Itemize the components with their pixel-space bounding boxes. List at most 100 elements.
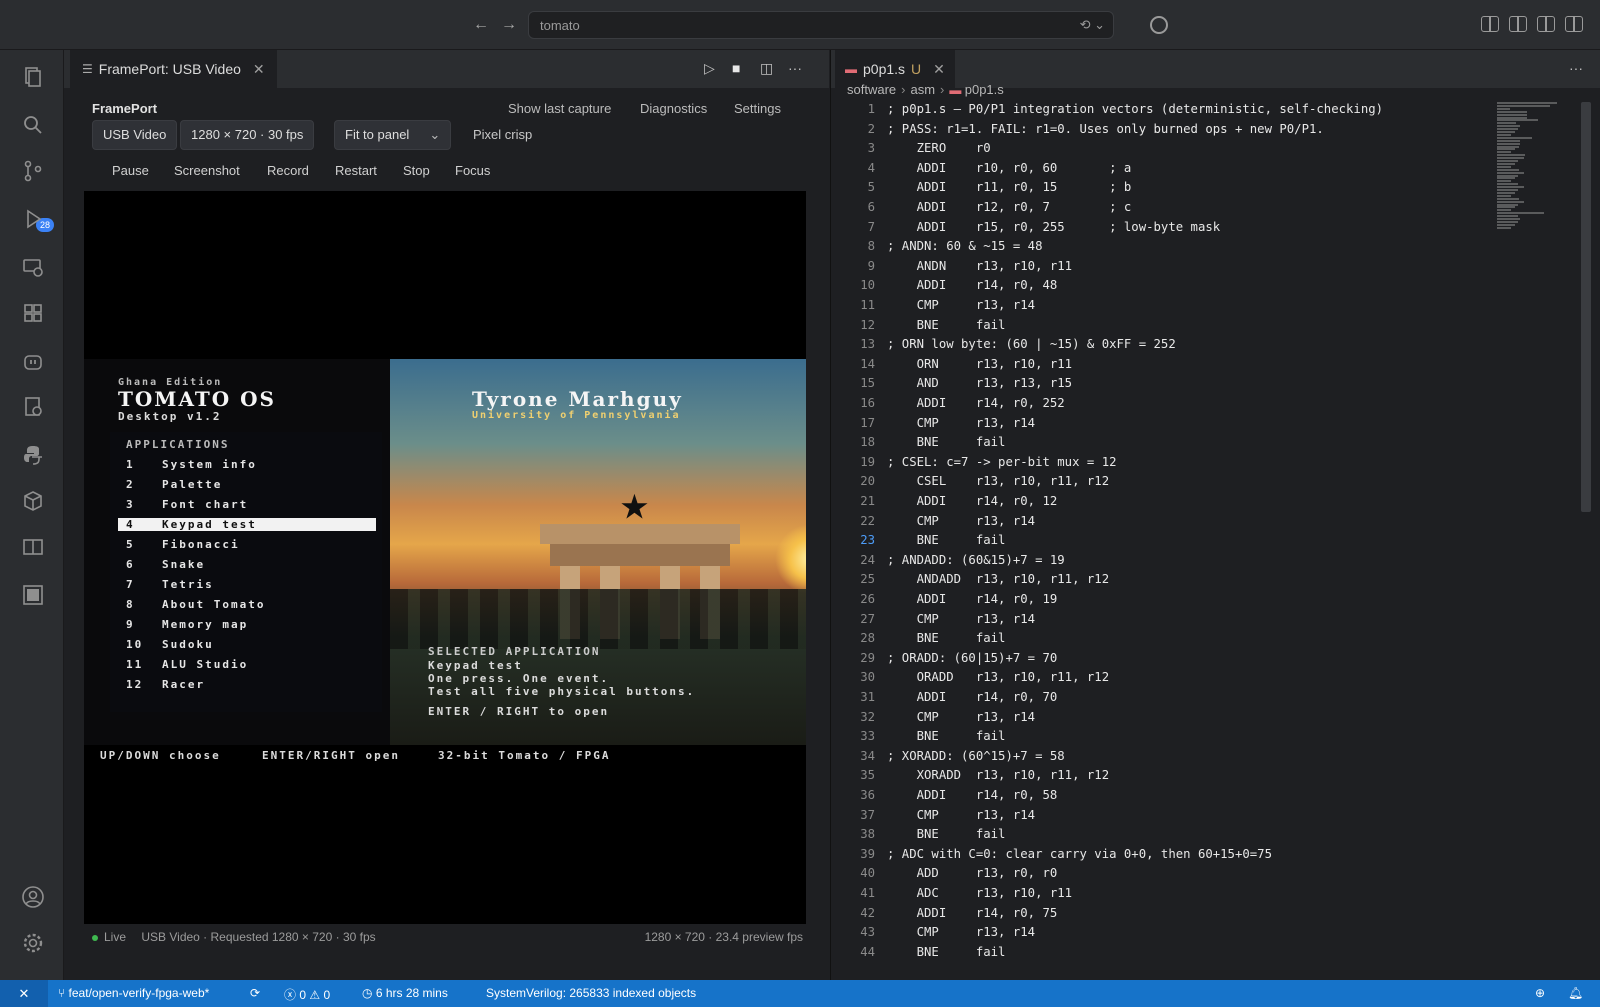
stop-button[interactable]: Stop [403, 163, 430, 178]
code-line[interactable]: 9 ANDN r13, r10, r11 [831, 259, 1561, 279]
code-line[interactable]: 11 CMP r13, r14 [831, 298, 1561, 318]
package-icon[interactable] [20, 488, 46, 514]
code-line[interactable]: 40 ADD r13, r0, r0 [831, 866, 1561, 886]
extensions-icon[interactable] [20, 300, 46, 326]
copilot-icon[interactable] [1150, 16, 1168, 34]
minimap[interactable] [1497, 102, 1573, 232]
app-list-item[interactable]: 5 Fibonacci [126, 538, 240, 551]
code-line[interactable]: 2 ; PASS: r1=1. FAIL: r1=0. Uses only bur… [831, 122, 1561, 142]
code-line[interactable]: 3 ZERO r0 [831, 141, 1561, 161]
breadcrumb-asm[interactable]: asm [910, 82, 935, 97]
app-list-item[interactable]: 3 Font chart [126, 498, 248, 511]
code-line[interactable]: 39 ; ADC with C=0: clear carry via 0+0, t… [831, 847, 1561, 867]
close-icon[interactable]: ✕ [253, 61, 265, 78]
code-line[interactable]: 20 CSEL r13, r10, r11, r12 [831, 474, 1561, 494]
code-line[interactable]: 38 BNE fail [831, 827, 1561, 847]
run-debug-icon[interactable] [20, 206, 46, 232]
code-line[interactable]: 24 ; ANDADD: (60&15)+7 = 19 [831, 553, 1561, 573]
split-editor-icon[interactable]: ◫ [760, 60, 773, 77]
app-list-item[interactable]: 10 Sudoku [126, 638, 214, 651]
code-line[interactable]: 10 ADDI r14, r0, 48 [831, 278, 1561, 298]
app-list-item[interactable]: 12 Racer [126, 678, 205, 691]
remote-indicator-icon[interactable]: ✕ [0, 980, 48, 1007]
code-line[interactable]: 13 ; ORN low byte: (60 | ~15) & 0xFF = 25… [831, 337, 1561, 357]
device-chip[interactable]: USB Video [92, 120, 178, 150]
code-line[interactable]: 43 CMP r13, r14 [831, 925, 1561, 945]
toggle-secondary-sidebar-icon[interactable] [1565, 16, 1583, 32]
video-viewport[interactable]: ★ Ghana Edition TOMATO OS Desktop v1.2 T… [84, 191, 806, 924]
remote-explorer-icon[interactable] [20, 254, 46, 280]
settings-link[interactable]: Settings [734, 101, 781, 116]
code-line[interactable]: 19 ; CSEL: c=7 -> per-bit mux = 12 [831, 455, 1561, 475]
fit-select[interactable]: Fit to panel ⌄ [334, 120, 452, 150]
indexer-status[interactable]: SystemVerilog: 265833 indexed objects [486, 986, 696, 1000]
code-line[interactable]: 6 ADDI r12, r0, 7 ; c [831, 200, 1561, 220]
code-line[interactable]: 28 BNE fail [831, 631, 1561, 651]
more-actions-icon[interactable]: ··· [788, 60, 802, 76]
focus-button[interactable]: Focus [455, 163, 490, 178]
session-time[interactable]: ◷ 6 hrs 28 mins [362, 986, 448, 1000]
pixel-crisp-toggle[interactable]: Pixel crisp [473, 127, 532, 142]
code-line[interactable]: 5 ADDI r11, r0, 15 ; b [831, 180, 1561, 200]
code-line[interactable]: 15 AND r13, r13, r15 [831, 376, 1561, 396]
sync-icon[interactable]: ⟳ [250, 986, 260, 1000]
app-list-item[interactable]: 4 Keypad test [118, 518, 376, 531]
code-line[interactable]: 1 ; p0p1.s — P0/P1 integration vectors (d… [831, 102, 1561, 122]
customize-layout-icon[interactable] [1481, 16, 1499, 32]
code-line[interactable]: 23 BNE fail [831, 533, 1561, 553]
problems-indicator[interactable]: ⓧ 0 ⚠ 0 [284, 986, 330, 1003]
code-line[interactable]: 8 ; ANDN: 60 & ~15 = 48 [831, 239, 1561, 259]
search-icon[interactable] [20, 112, 46, 138]
settings-gear-icon[interactable] [20, 930, 46, 956]
forward-arrow-icon[interactable]: → [498, 14, 520, 36]
code-line[interactable]: 22 CMP r13, r14 [831, 514, 1561, 534]
vertical-scrollbar[interactable] [1581, 102, 1591, 512]
stop-icon[interactable]: ■ [732, 60, 740, 76]
close-icon[interactable]: ✕ [933, 61, 945, 78]
code-line[interactable]: 29 ; ORADD: (60|15)+7 = 70 [831, 651, 1561, 671]
app-list-item[interactable]: 6 Snake [126, 558, 205, 571]
toggle-primary-sidebar-icon[interactable] [1509, 16, 1527, 32]
robot-icon[interactable] [20, 348, 46, 374]
app-list-item[interactable]: 11 ALU Studio [126, 658, 248, 671]
code-line[interactable]: 14 ORN r13, r10, r11 [831, 357, 1561, 377]
restart-button[interactable]: Restart [335, 163, 377, 178]
breadcrumb-file[interactable]: p0p1.s [965, 82, 1004, 97]
screenshot-button[interactable]: Screenshot [174, 163, 240, 178]
app-list-item[interactable]: 8 About Tomato [126, 598, 265, 611]
toggle-panel-icon[interactable] [1537, 16, 1555, 32]
code-line[interactable]: 21 ADDI r14, r0, 12 [831, 494, 1561, 514]
testing-icon[interactable] [20, 394, 46, 420]
more-actions-icon[interactable]: ··· [1569, 60, 1583, 76]
code-line[interactable]: 18 BNE fail [831, 435, 1561, 455]
code-line[interactable]: 42 ADDI r14, r0, 75 [831, 906, 1561, 926]
code-line[interactable]: 25 ANDADD r13, r10, r11, r12 [831, 572, 1561, 592]
pause-button[interactable]: Pause [112, 163, 149, 178]
code-line[interactable]: 35 XORADD r13, r10, r11, r12 [831, 768, 1561, 788]
account-icon[interactable] [20, 884, 46, 910]
diagnostics-link[interactable]: Diagnostics [640, 101, 707, 116]
code-line[interactable]: 17 CMP r13, r14 [831, 416, 1561, 436]
app-list-item[interactable]: 1 System info [126, 458, 257, 471]
branch-indicator[interactable]: ⑂ feat/open-verify-fpga-web* [58, 986, 209, 1000]
code-line[interactable]: 27 CMP r13, r14 [831, 612, 1561, 632]
app-list-item[interactable]: 2 Palette [126, 478, 222, 491]
chat-icon[interactable]: ⟲ ⌄ [1080, 17, 1105, 33]
copilot-status-icon[interactable]: ⊕ [1535, 986, 1545, 1000]
code-line[interactable]: 37 CMP r13, r14 [831, 808, 1561, 828]
code-line[interactable]: 12 BNE fail [831, 318, 1561, 338]
app-list-item[interactable]: 7 Tetris [126, 578, 214, 591]
command-center[interactable]: tomato ⟲ ⌄ [528, 11, 1114, 39]
resolution-chip[interactable]: 1280 × 720 · 30 fps [180, 120, 315, 150]
breadcrumb-software[interactable]: software [847, 82, 896, 97]
source-control-icon[interactable] [20, 158, 46, 184]
explorer-icon[interactable] [20, 64, 46, 90]
run-icon[interactable]: ▷ [704, 60, 715, 77]
show-last-capture-link[interactable]: Show last capture [508, 101, 611, 116]
code-line[interactable]: 34 ; XORADD: (60^15)+7 = 58 [831, 749, 1561, 769]
book-icon[interactable] [20, 534, 46, 560]
record-button[interactable]: Record [267, 163, 309, 178]
code-line[interactable]: 4 ADDI r10, r0, 60 ; a [831, 161, 1561, 181]
notifications-bell-icon[interactable]: 🔔︎ [1568, 986, 1583, 1000]
code-line[interactable]: 44 BNE fail [831, 945, 1561, 965]
